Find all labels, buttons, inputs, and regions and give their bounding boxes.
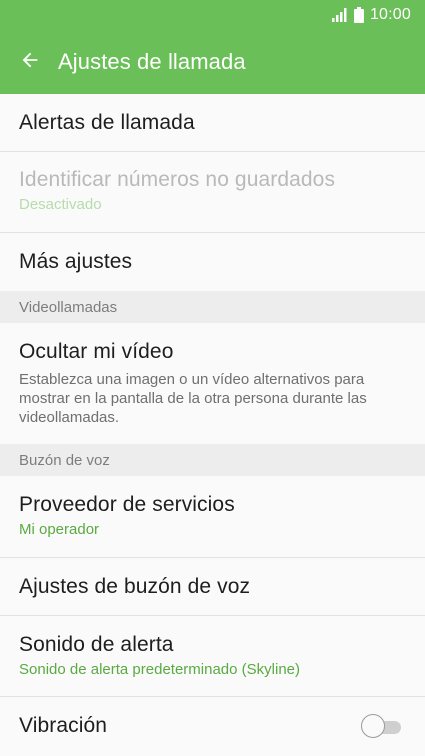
- item-title: Identificar números no guardados: [19, 168, 336, 191]
- item-title: Vibración: [19, 714, 108, 737]
- item-subtitle: Mi operador: [19, 521, 100, 538]
- item-title: Más ajustes: [19, 250, 133, 273]
- status-time: 10:00: [369, 6, 411, 23]
- call-settings-screen: 10:00 Ajustes de llamada Alertas de llam…: [0, 0, 425, 756]
- list-item-identify-unsaved-numbers: Identificar números no guardados Desacti…: [0, 152, 425, 233]
- list-item-service-provider[interactable]: Proveedor de servicios Mi operador: [0, 476, 425, 558]
- list-item-alert-sound[interactable]: Sonido de alerta Sonido de alerta predet…: [0, 616, 425, 697]
- item-description: Establezca una imagen o un vídeo alterna…: [19, 371, 367, 426]
- arrow-left-icon: [19, 49, 41, 75]
- back-button[interactable]: [2, 30, 58, 94]
- item-title: Ajustes de buzón de voz: [19, 575, 251, 598]
- vibration-toggle[interactable]: [361, 714, 403, 738]
- list-item-call-alerts[interactable]: Alertas de llamada: [0, 94, 425, 152]
- list-item-hide-my-video[interactable]: Ocultar mi vídeo Establezca una imagen o…: [0, 323, 425, 444]
- item-title: Ocultar mi vídeo: [19, 340, 174, 363]
- section-header-video-calls: Videollamadas: [0, 291, 425, 323]
- page-title: Ajustes de llamada: [58, 49, 246, 74]
- app-bar: Ajustes de llamada: [0, 30, 425, 94]
- list-item-more-settings[interactable]: Más ajustes: [0, 233, 425, 291]
- status-bar: 10:00: [0, 0, 425, 30]
- item-title: Sonido de alerta: [19, 633, 174, 656]
- item-subtitle: Sonido de alerta predeterminado (Skyline…: [19, 661, 300, 678]
- toggle-knob: [361, 714, 385, 738]
- section-header-voicemail: Buzón de voz: [0, 444, 425, 476]
- item-title: Alertas de llamada: [19, 111, 195, 134]
- list-item-vibration[interactable]: Vibración: [0, 697, 425, 756]
- list-item-voicemail-settings[interactable]: Ajustes de buzón de voz: [0, 558, 425, 616]
- item-title: Proveedor de servicios: [19, 493, 235, 516]
- settings-list: Alertas de llamada Identificar números n…: [0, 94, 425, 756]
- item-subtitle: Desactivado: [19, 196, 102, 213]
- battery-icon: [353, 7, 364, 23]
- signal-icon: [331, 8, 348, 22]
- status-icons: 10:00: [331, 4, 411, 26]
